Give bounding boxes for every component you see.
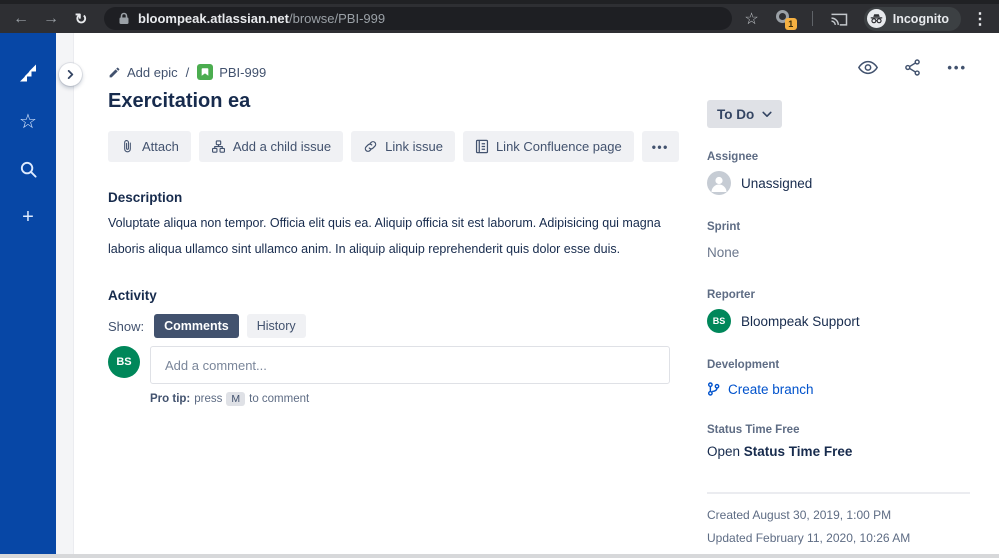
unassigned-avatar-icon xyxy=(707,171,731,195)
reporter-field[interactable]: BS Bloompeak Support xyxy=(707,307,970,335)
status-label: To Do xyxy=(717,106,755,122)
more-actions-icon[interactable]: ••• xyxy=(947,60,967,75)
breadcrumb: Add epic / PBI-999 xyxy=(108,63,683,81)
window-bottom-edge xyxy=(0,554,999,558)
status-time-free-bold: Status Time Free xyxy=(743,444,853,459)
toolbar-separator xyxy=(811,11,813,26)
watch-icon[interactable] xyxy=(858,60,879,75)
issue-toolbar: Attach Add a child issue Link issue Link… xyxy=(108,131,683,162)
assignee-label: Assignee xyxy=(707,151,759,163)
add-child-issue-button[interactable]: Add a child issue xyxy=(198,131,344,162)
assignee-value: Unassigned xyxy=(741,175,813,191)
incognito-badge: Incognito xyxy=(863,6,961,31)
main-column: Add epic / PBI-999 Exercitation ea Attac… xyxy=(108,63,683,406)
bookmark-star-icon[interactable]: ☆ xyxy=(744,9,758,29)
child-issues-icon xyxy=(211,139,226,154)
development-label: Development xyxy=(707,359,780,371)
updated-timestamp: Updated February 11, 2020, 10:26 AM xyxy=(707,531,911,545)
status-time-free-label: Status Time Free xyxy=(707,424,800,436)
reporter-avatar: BS xyxy=(707,309,731,333)
panel-divider xyxy=(707,492,970,494)
create-branch-link[interactable]: Create branch xyxy=(728,382,814,397)
url-host: bloompeak.atlassian.net xyxy=(138,10,289,26)
incognito-label: Incognito xyxy=(892,11,949,26)
sprint-value[interactable]: None xyxy=(707,245,970,265)
pro-tip: Pro tip: press M to comment xyxy=(150,392,683,406)
confluence-page-icon xyxy=(475,139,489,154)
forward-icon[interactable]: → xyxy=(38,6,64,32)
branch-icon xyxy=(707,382,720,396)
address-bar[interactable]: bloompeak.atlassian.net/browse/PBI-999 xyxy=(104,7,733,30)
toolbar-more-button[interactable]: ••• xyxy=(641,131,679,162)
browser-menu-icon[interactable]: ⋮ xyxy=(971,9,989,29)
add-epic-label: Add epic xyxy=(127,64,178,80)
reporter-label: Reporter xyxy=(707,289,755,301)
cast-icon[interactable] xyxy=(830,11,848,26)
page-actions: ••• xyxy=(858,59,967,76)
issue-key-link[interactable]: PBI-999 xyxy=(197,64,266,80)
issue-title[interactable]: Exercitation ea xyxy=(108,90,683,116)
breadcrumb-separator: / xyxy=(185,64,190,80)
create-icon[interactable]: + xyxy=(14,203,42,231)
url-path: /browse/PBI-999 xyxy=(289,10,386,26)
description-heading: Description xyxy=(108,190,183,205)
description-text[interactable]: Voluptate aliqua non tempor. Officia eli… xyxy=(108,210,673,262)
tab-comments[interactable]: Comments xyxy=(154,314,239,338)
pro-tip-bold: Pro tip: xyxy=(150,393,191,405)
lock-icon xyxy=(118,12,130,25)
search-icon[interactable] xyxy=(14,155,42,183)
attach-button[interactable]: Attach xyxy=(108,131,191,162)
issue-key-label: PBI-999 xyxy=(219,64,267,80)
share-icon[interactable] xyxy=(904,59,921,76)
jira-app: ☆ + ••• Add epic / PBI-999 Exercitation … xyxy=(0,33,999,554)
app-navigation-rail: ☆ + xyxy=(0,33,56,554)
link-issue-button[interactable]: Link issue xyxy=(351,131,455,162)
comment-composer: BS xyxy=(108,346,683,384)
browser-toolbar: ← → ↻ bloompeak.atlassian.net/browse/PBI… xyxy=(0,0,999,33)
collapsed-sidebar xyxy=(56,33,74,554)
pencil-icon xyxy=(108,66,121,79)
show-label: Show: xyxy=(108,318,145,334)
extension-icon[interactable]: 1 xyxy=(775,8,797,30)
activity-filter-row: Show: Comments History xyxy=(108,313,683,339)
incognito-icon xyxy=(866,9,886,28)
jira-logo-icon[interactable] xyxy=(14,59,42,87)
assignee-field[interactable]: Unassigned xyxy=(707,169,970,197)
development-field: Create branch xyxy=(707,379,970,399)
reporter-value: Bloompeak Support xyxy=(741,313,860,329)
extension-badge: 1 xyxy=(784,17,797,30)
reload-icon[interactable]: ↻ xyxy=(68,6,94,32)
link-icon xyxy=(363,139,378,154)
chevron-down-icon xyxy=(762,111,772,118)
issue-view: ••• Add epic / PBI-999 Exercitation ea A… xyxy=(74,33,999,550)
sprint-label: Sprint xyxy=(707,221,741,233)
status-dropdown[interactable]: To Do xyxy=(707,100,783,128)
status-time-free-prefix: Open xyxy=(707,444,741,459)
link-confluence-page-button[interactable]: Link Confluence page xyxy=(462,131,634,162)
details-panel: To Do Assignee Unassigned Sprint None Re… xyxy=(707,100,970,554)
expand-sidebar-button[interactable] xyxy=(59,63,82,86)
comment-input[interactable] xyxy=(150,346,670,384)
activity-heading: Activity xyxy=(108,288,157,303)
current-user-avatar: BS xyxy=(108,346,140,378)
add-child-issue-label: Add a child issue xyxy=(232,139,332,154)
status-time-free-value: Open Status Time Free xyxy=(707,444,970,464)
attach-label: Attach xyxy=(142,139,179,154)
created-timestamp: Created August 30, 2019, 1:00 PM xyxy=(707,508,892,522)
paperclip-icon xyxy=(120,139,135,154)
tab-history[interactable]: History xyxy=(246,314,306,338)
keyboard-key-m: M xyxy=(226,392,246,406)
starred-icon[interactable]: ☆ xyxy=(14,107,42,135)
add-epic-link[interactable]: Add epic xyxy=(108,65,178,80)
back-icon[interactable]: ← xyxy=(8,6,34,32)
pro-tip-pre: press xyxy=(194,393,223,405)
story-type-icon xyxy=(197,64,214,80)
link-confluence-label: Link Confluence page xyxy=(495,139,622,154)
pro-tip-post: to comment xyxy=(249,393,310,405)
link-issue-label: Link issue xyxy=(385,139,443,154)
